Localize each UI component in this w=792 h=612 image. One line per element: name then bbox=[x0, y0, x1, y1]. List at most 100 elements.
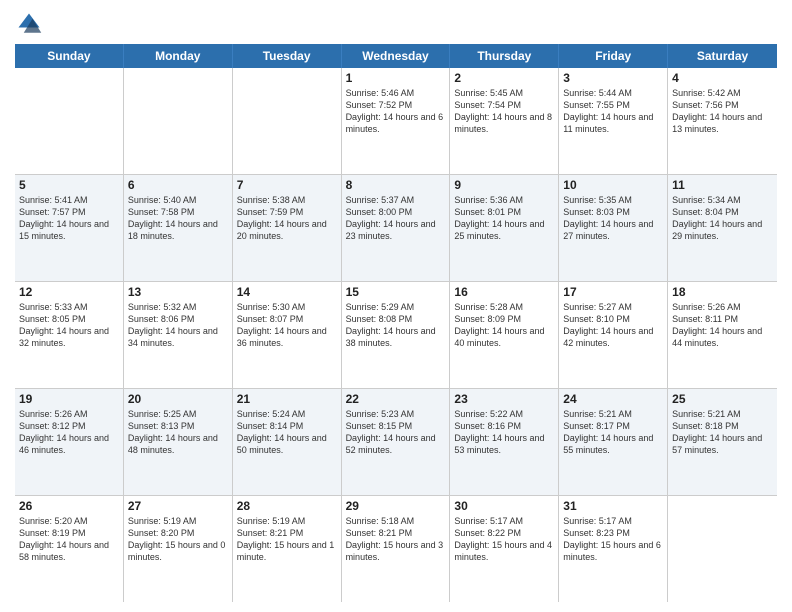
day-number: 3 bbox=[563, 71, 663, 85]
day-detail: Sunrise: 5:37 AM Sunset: 8:00 PM Dayligh… bbox=[346, 194, 446, 243]
day-number: 13 bbox=[128, 285, 228, 299]
day-detail: Sunrise: 5:28 AM Sunset: 8:09 PM Dayligh… bbox=[454, 301, 554, 350]
day-number: 25 bbox=[672, 392, 773, 406]
day-detail: Sunrise: 5:18 AM Sunset: 8:21 PM Dayligh… bbox=[346, 515, 446, 564]
col-header-wednesday: Wednesday bbox=[342, 44, 451, 68]
day-detail: Sunrise: 5:17 AM Sunset: 8:22 PM Dayligh… bbox=[454, 515, 554, 564]
day-number: 17 bbox=[563, 285, 663, 299]
day-number: 10 bbox=[563, 178, 663, 192]
cal-cell-4: 4 Sunrise: 5:42 AM Sunset: 7:56 PM Daylig… bbox=[668, 68, 777, 174]
cal-cell-11: 11 Sunrise: 5:34 AM Sunset: 8:04 PM Dayli… bbox=[668, 175, 777, 281]
day-detail: Sunrise: 5:21 AM Sunset: 8:17 PM Dayligh… bbox=[563, 408, 663, 457]
day-number: 6 bbox=[128, 178, 228, 192]
day-number: 22 bbox=[346, 392, 446, 406]
day-detail: Sunrise: 5:45 AM Sunset: 7:54 PM Dayligh… bbox=[454, 87, 554, 136]
day-number: 15 bbox=[346, 285, 446, 299]
week-row-3: 12Sunrise: 5:33 AM Sunset: 8:05 PM Dayli… bbox=[15, 282, 777, 389]
day-detail: Sunrise: 5:41 AM Sunset: 7:57 PM Dayligh… bbox=[19, 194, 119, 243]
day-detail: Sunrise: 5:26 AM Sunset: 8:11 PM Dayligh… bbox=[672, 301, 773, 350]
cal-cell-25: 25 Sunrise: 5:21 AM Sunset: 8:18 PM Dayli… bbox=[668, 389, 777, 495]
day-detail: Sunrise: 5:25 AM Sunset: 8:13 PM Dayligh… bbox=[128, 408, 228, 457]
day-number: 26 bbox=[19, 499, 119, 513]
cal-cell-9: 9Sunrise: 5:36 AM Sunset: 8:01 PM Daylig… bbox=[450, 175, 559, 281]
day-detail: Sunrise: 5:33 AM Sunset: 8:05 PM Dayligh… bbox=[19, 301, 119, 350]
cal-cell-20: 20 Sunrise: 5:25 AM Sunset: 8:13 PM Dayli… bbox=[124, 389, 233, 495]
day-number: 11 bbox=[672, 178, 773, 192]
day-number: 31 bbox=[563, 499, 663, 513]
cal-cell-23: 23 Sunrise: 5:22 AM Sunset: 8:16 PM Dayli… bbox=[450, 389, 559, 495]
day-detail: Sunrise: 5:22 AM Sunset: 8:16 PM Dayligh… bbox=[454, 408, 554, 457]
col-header-tuesday: Tuesday bbox=[233, 44, 342, 68]
cal-cell-18: 18 Sunrise: 5:26 AM Sunset: 8:11 PM Dayli… bbox=[668, 282, 777, 388]
page: SundayMondayTuesdayWednesdayThursdayFrid… bbox=[0, 0, 792, 612]
col-header-saturday: Saturday bbox=[668, 44, 777, 68]
cal-cell-22: 22 Sunrise: 5:23 AM Sunset: 8:15 PM Dayli… bbox=[342, 389, 451, 495]
cal-cell-empty-1 bbox=[124, 68, 233, 174]
day-number: 27 bbox=[128, 499, 228, 513]
day-detail: Sunrise: 5:40 AM Sunset: 7:58 PM Dayligh… bbox=[128, 194, 228, 243]
day-number: 29 bbox=[346, 499, 446, 513]
week-row-4: 19Sunrise: 5:26 AM Sunset: 8:12 PM Dayli… bbox=[15, 389, 777, 496]
day-detail: Sunrise: 5:38 AM Sunset: 7:59 PM Dayligh… bbox=[237, 194, 337, 243]
week-row-5: 26 Sunrise: 5:20 AM Sunset: 8:19 PM Dayli… bbox=[15, 496, 777, 602]
day-number: 21 bbox=[237, 392, 337, 406]
day-detail: Sunrise: 5:34 AM Sunset: 8:04 PM Dayligh… bbox=[672, 194, 773, 243]
day-number: 7 bbox=[237, 178, 337, 192]
cal-cell-17: 17 Sunrise: 5:27 AM Sunset: 8:10 PM Dayli… bbox=[559, 282, 668, 388]
logo bbox=[15, 10, 47, 38]
cal-cell-12: 12Sunrise: 5:33 AM Sunset: 8:05 PM Dayli… bbox=[15, 282, 124, 388]
week-row-2: 5 Sunrise: 5:41 AM Sunset: 7:57 PM Daylig… bbox=[15, 175, 777, 282]
cal-cell-24: 24 Sunrise: 5:21 AM Sunset: 8:17 PM Dayli… bbox=[559, 389, 668, 495]
calendar-header: SundayMondayTuesdayWednesdayThursdayFrid… bbox=[15, 44, 777, 68]
day-detail: Sunrise: 5:29 AM Sunset: 8:08 PM Dayligh… bbox=[346, 301, 446, 350]
day-detail: Sunrise: 5:17 AM Sunset: 8:23 PM Dayligh… bbox=[563, 515, 663, 564]
cal-cell-3: 3Sunrise: 5:44 AM Sunset: 7:55 PM Daylig… bbox=[559, 68, 668, 174]
day-detail: Sunrise: 5:32 AM Sunset: 8:06 PM Dayligh… bbox=[128, 301, 228, 350]
cal-cell-16: 16 Sunrise: 5:28 AM Sunset: 8:09 PM Dayli… bbox=[450, 282, 559, 388]
col-header-monday: Monday bbox=[124, 44, 233, 68]
cal-cell-empty-6 bbox=[668, 496, 777, 602]
cal-cell-7: 7 Sunrise: 5:38 AM Sunset: 7:59 PM Daylig… bbox=[233, 175, 342, 281]
day-detail: Sunrise: 5:19 AM Sunset: 8:21 PM Dayligh… bbox=[237, 515, 337, 564]
cal-cell-29: 29 Sunrise: 5:18 AM Sunset: 8:21 PM Dayli… bbox=[342, 496, 451, 602]
day-number: 30 bbox=[454, 499, 554, 513]
cal-cell-empty-2 bbox=[233, 68, 342, 174]
cal-cell-8: 8 Sunrise: 5:37 AM Sunset: 8:00 PM Daylig… bbox=[342, 175, 451, 281]
day-detail: Sunrise: 5:35 AM Sunset: 8:03 PM Dayligh… bbox=[563, 194, 663, 243]
cal-cell-5: 5 Sunrise: 5:41 AM Sunset: 7:57 PM Daylig… bbox=[15, 175, 124, 281]
cal-cell-30: 30 Sunrise: 5:17 AM Sunset: 8:22 PM Dayli… bbox=[450, 496, 559, 602]
day-number: 4 bbox=[672, 71, 773, 85]
day-detail: Sunrise: 5:19 AM Sunset: 8:20 PM Dayligh… bbox=[128, 515, 228, 564]
day-number: 14 bbox=[237, 285, 337, 299]
day-detail: Sunrise: 5:23 AM Sunset: 8:15 PM Dayligh… bbox=[346, 408, 446, 457]
cal-cell-6: 6 Sunrise: 5:40 AM Sunset: 7:58 PM Daylig… bbox=[124, 175, 233, 281]
logo-icon bbox=[15, 10, 43, 38]
day-number: 20 bbox=[128, 392, 228, 406]
cal-cell-10: 10 Sunrise: 5:35 AM Sunset: 8:03 PM Dayli… bbox=[559, 175, 668, 281]
cal-cell-31: 31 Sunrise: 5:17 AM Sunset: 8:23 PM Dayli… bbox=[559, 496, 668, 602]
day-detail: Sunrise: 5:27 AM Sunset: 8:10 PM Dayligh… bbox=[563, 301, 663, 350]
day-number: 5 bbox=[19, 178, 119, 192]
day-detail: Sunrise: 5:26 AM Sunset: 8:12 PM Dayligh… bbox=[19, 408, 119, 457]
col-header-friday: Friday bbox=[559, 44, 668, 68]
day-detail: Sunrise: 5:36 AM Sunset: 8:01 PM Dayligh… bbox=[454, 194, 554, 243]
cal-cell-19: 19Sunrise: 5:26 AM Sunset: 8:12 PM Dayli… bbox=[15, 389, 124, 495]
day-number: 8 bbox=[346, 178, 446, 192]
calendar-body: 1 Sunrise: 5:46 AM Sunset: 7:52 PM Daylig… bbox=[15, 68, 777, 602]
day-number: 24 bbox=[563, 392, 663, 406]
day-detail: Sunrise: 5:30 AM Sunset: 8:07 PM Dayligh… bbox=[237, 301, 337, 350]
day-number: 1 bbox=[346, 71, 446, 85]
calendar: SundayMondayTuesdayWednesdayThursdayFrid… bbox=[15, 44, 777, 602]
day-number: 16 bbox=[454, 285, 554, 299]
day-detail: Sunrise: 5:46 AM Sunset: 7:52 PM Dayligh… bbox=[346, 87, 446, 136]
day-detail: Sunrise: 5:42 AM Sunset: 7:56 PM Dayligh… bbox=[672, 87, 773, 136]
cal-cell-26: 26 Sunrise: 5:20 AM Sunset: 8:19 PM Dayli… bbox=[15, 496, 124, 602]
day-number: 23 bbox=[454, 392, 554, 406]
day-number: 18 bbox=[672, 285, 773, 299]
col-header-thursday: Thursday bbox=[450, 44, 559, 68]
cal-cell-1: 1 Sunrise: 5:46 AM Sunset: 7:52 PM Daylig… bbox=[342, 68, 451, 174]
day-detail: Sunrise: 5:20 AM Sunset: 8:19 PM Dayligh… bbox=[19, 515, 119, 564]
cal-cell-14: 14 Sunrise: 5:30 AM Sunset: 8:07 PM Dayli… bbox=[233, 282, 342, 388]
day-detail: Sunrise: 5:21 AM Sunset: 8:18 PM Dayligh… bbox=[672, 408, 773, 457]
cal-cell-15: 15 Sunrise: 5:29 AM Sunset: 8:08 PM Dayli… bbox=[342, 282, 451, 388]
